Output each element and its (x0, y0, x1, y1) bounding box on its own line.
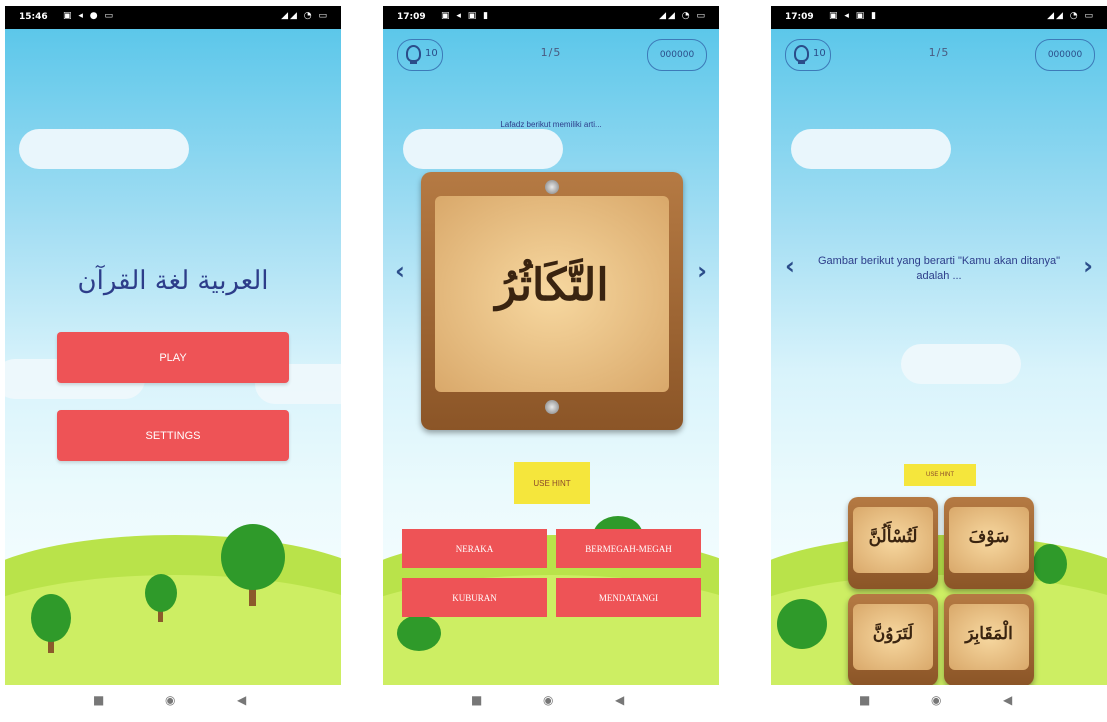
chevron-left-icon[interactable]: ‹ (395, 257, 405, 285)
chevron-right-icon[interactable]: › (1083, 252, 1093, 280)
quiz-screen: 10 1/5 000000 ‹ › Gambar berikut yang be… (771, 29, 1107, 685)
question-text: Gambar berikut yang berarti "Kamu akan d… (818, 255, 1060, 282)
word-board: التَّكَاثُرُ (421, 172, 683, 430)
system-nav-bar: ■ ◉ ◀ (771, 685, 1107, 718)
use-hint-button[interactable]: USE HINT (904, 464, 976, 486)
phone-screen-menu: 15:46 ▣ ◂ ● ▭ ◢◢ ◔ ▭ العربية لغة القرآن … (5, 6, 341, 718)
status-bar: 15:46 ▣ ◂ ● ▭ ◢◢ ◔ ▭ (5, 6, 341, 29)
phone-screen-image-quiz: 17:09 ▣ ◂ ▣ ▮ ◢◢ ◔ ▭ 10 1/5 000000 ‹ › G… (771, 6, 1107, 718)
menu-screen: العربية لغة القرآن PLAY SETTINGS (5, 29, 341, 685)
cloud (901, 344, 1021, 384)
tile-word: سَوْفَ (968, 527, 1010, 547)
triangle-back-icon[interactable]: ◀ (1003, 693, 1012, 707)
status-time: 17:09 (397, 12, 426, 22)
chevron-right-icon[interactable]: › (697, 257, 707, 285)
cloud (403, 129, 563, 169)
status-bar: 17:09 ▣ ◂ ▣ ▮ ◢◢ ◔ ▭ (383, 6, 719, 29)
tile-word: لَتُسْأَلُنَّ (868, 527, 918, 547)
notification-icons: ▣ ◂ ▣ ▮ (829, 11, 879, 21)
answer-button-3[interactable]: KUBURAN (402, 578, 547, 617)
answer-button-2[interactable]: BERMEGAH-MEGAH (556, 529, 701, 568)
answer-button-4[interactable]: MENDATANGI (556, 578, 701, 617)
circle-icon[interactable]: ◉ (543, 693, 553, 707)
notification-icons: ▣ ◂ ● ▭ (63, 11, 115, 21)
cloud (791, 129, 951, 169)
use-hint-button[interactable]: USE HINT (514, 462, 590, 504)
quiz-screen: 10 1/5 000000 Lafadz berikut memiliki ar… (383, 29, 719, 685)
circle-icon[interactable]: ◉ (165, 693, 175, 707)
screw-icon (545, 400, 559, 414)
score-display: 000000 (1035, 39, 1095, 71)
signal-battery-icons: ◢◢ ◔ ▭ (281, 11, 329, 21)
answer-tile-3[interactable]: لَتَرَوُنَّ (848, 594, 938, 685)
question-text: Lafadz berikut memiliki arti... (500, 120, 602, 129)
chevron-left-icon[interactable]: ‹ (785, 252, 795, 280)
score-display: 000000 (647, 39, 707, 71)
square-icon[interactable]: ■ (859, 693, 870, 707)
triangle-back-icon[interactable]: ◀ (237, 693, 246, 707)
app-title: العربية لغة القرآن (77, 266, 269, 296)
answer-button-1[interactable]: NERAKA (402, 529, 547, 568)
signal-battery-icons: ◢◢ ◔ ▭ (659, 11, 707, 21)
tile-word: لَتَرَوُنَّ (872, 624, 914, 644)
tile-word: الْمَقَابِرَ (965, 624, 1013, 644)
status-time: 15:46 (19, 12, 48, 22)
arabic-word: التَّكَاثُرُ (495, 260, 609, 311)
status-time: 17:09 (785, 12, 814, 22)
screw-icon (545, 180, 559, 194)
cloud (19, 129, 189, 169)
answer-tile-1[interactable]: لَتُسْأَلُنَّ (848, 497, 938, 589)
status-bar: 17:09 ▣ ◂ ▣ ▮ ◢◢ ◔ ▭ (771, 6, 1107, 29)
play-button[interactable]: PLAY (57, 332, 289, 383)
answer-tile-4[interactable]: الْمَقَابِرَ (944, 594, 1034, 685)
phone-screen-word-quiz: 17:09 ▣ ◂ ▣ ▮ ◢◢ ◔ ▭ 10 1/5 000000 Lafad… (383, 6, 719, 718)
notification-icons: ▣ ◂ ▣ ▮ (441, 11, 491, 21)
system-nav-bar: ■ ◉ ◀ (383, 685, 719, 718)
system-nav-bar: ■ ◉ ◀ (5, 685, 341, 718)
square-icon[interactable]: ■ (471, 693, 482, 707)
square-icon[interactable]: ■ (93, 693, 104, 707)
triangle-back-icon[interactable]: ◀ (615, 693, 624, 707)
signal-battery-icons: ◢◢ ◔ ▭ (1047, 11, 1095, 21)
answer-tile-2[interactable]: سَوْفَ (944, 497, 1034, 589)
circle-icon[interactable]: ◉ (931, 693, 941, 707)
settings-button[interactable]: SETTINGS (57, 410, 289, 461)
